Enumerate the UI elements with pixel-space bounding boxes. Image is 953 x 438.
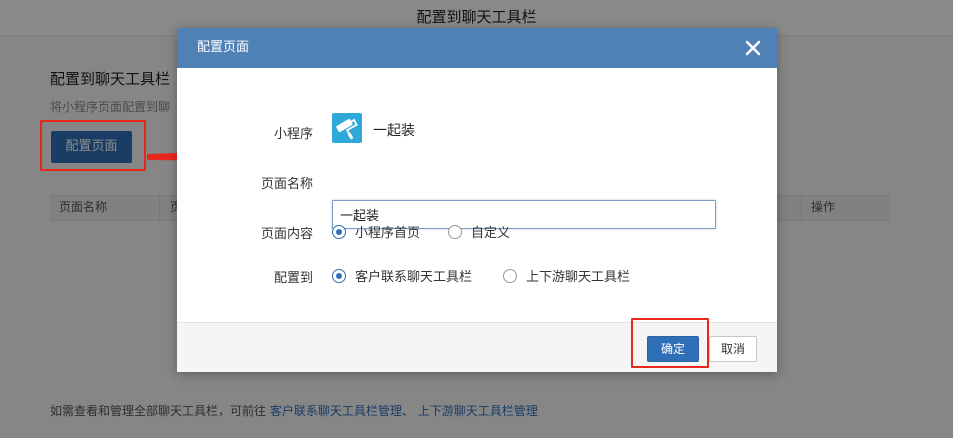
mini-program-label: 小程序 [273, 127, 313, 142]
radio-mini-program-home[interactable]: 小程序首页 [332, 222, 420, 241]
radio-label: 上下游聊天工具栏 [526, 270, 631, 285]
page-name-label: 页面名称 [260, 177, 313, 192]
dialog-title: 配置页面 [197, 40, 250, 55]
radio-customer-toolbar[interactable]: 客户联系聊天工具栏 [332, 266, 472, 285]
highlight-box-config-button [40, 120, 146, 171]
radio-custom[interactable]: 自定义 [448, 222, 510, 241]
close-icon[interactable] [743, 38, 763, 58]
cancel-button[interactable]: 取消 [709, 336, 757, 362]
mini-program-name: 一起装 [373, 123, 415, 139]
paint-roller-icon [332, 113, 362, 143]
radio-selected-indicator [332, 224, 346, 239]
page-content-label: 页面内容 [260, 227, 313, 242]
dialog-body: 小程序 一起装 页面名称 页面内容 小程序首页 自定义 配置到 客户联系聊天工具… [177, 68, 777, 322]
config-to-label: 配置到 [273, 271, 313, 286]
radio-label: 客户联系聊天工具栏 [355, 270, 473, 285]
radio-selected-indicator [332, 268, 346, 283]
radio-label: 自定义 [471, 226, 511, 241]
dialog-header: 配置页面 [177, 28, 777, 68]
radio-label: 小程序首页 [355, 226, 421, 241]
radio-supply-chain-toolbar[interactable]: 上下游聊天工具栏 [503, 266, 630, 285]
radio-indicator [503, 268, 517, 283]
highlight-box-confirm-button [631, 318, 709, 368]
radio-indicator [448, 224, 462, 239]
